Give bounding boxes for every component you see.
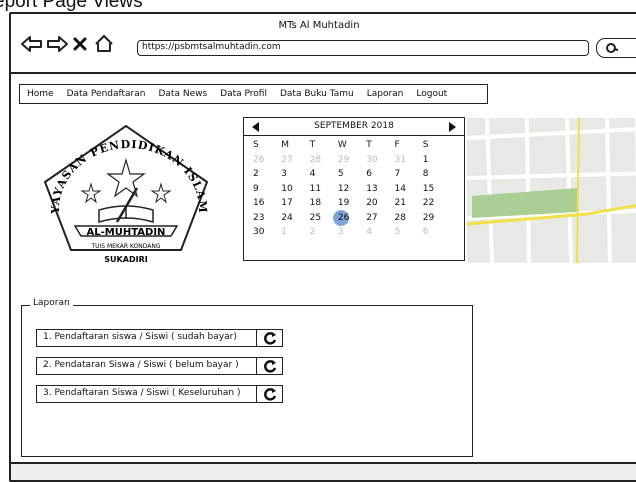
prev-month-icon[interactable] — [252, 122, 259, 132]
calendar-day[interactable]: 30 — [363, 153, 391, 168]
report-label: 3. Pendaftaran Siswa / Siswi ( Keseluruh… — [36, 385, 257, 403]
calendar-day[interactable]: 3 — [278, 167, 306, 182]
calendar-day[interactable]: 16 — [250, 196, 278, 211]
arrow-left-icon[interactable] — [21, 35, 43, 53]
search-icon — [606, 43, 619, 53]
calendar-day[interactable]: 7 — [391, 167, 419, 182]
browser-window: MTs Al Muhtadin https://psbmtsalmuhtadin… — [9, 12, 636, 482]
next-month-icon[interactable] — [449, 122, 456, 132]
weekday-label: S — [422, 140, 429, 150]
print-report-button[interactable] — [257, 357, 283, 375]
calendar-day[interactable]: 10 — [278, 182, 306, 197]
calendar-day[interactable]: 24 — [278, 211, 306, 226]
calendar-day[interactable]: 1 — [420, 153, 448, 168]
refresh-icon — [263, 388, 276, 401]
report-label: 1. Pendaftaran siswa / Siswi ( sudah bay… — [36, 329, 257, 347]
calendar-day[interactable]: 9 — [250, 182, 278, 197]
calendar-day[interactable]: 14 — [391, 182, 419, 197]
calendar-day[interactable]: 6 — [363, 167, 391, 182]
close-icon[interactable] — [73, 37, 87, 51]
calendar-day[interactable]: 11 — [307, 182, 335, 197]
calendar-day[interactable]: 20 — [363, 196, 391, 211]
menu-item-data-profil[interactable]: Data Profil — [213, 89, 273, 99]
weekday-label: T — [366, 140, 372, 150]
calendar-widget: SEPTEMBER 2018 S M T W T F S 26 27 28 29 30 31 1 2 3 4 5 6… — [243, 117, 465, 261]
location-map[interactable] — [467, 118, 636, 263]
report-row: 3. Pendaftaran Siswa / Siswi ( Keseluruh… — [36, 385, 283, 403]
calendar-day[interactable]: 4 — [307, 167, 335, 182]
browser-toolbar: MTs Al Muhtadin https://psbmtsalmuhtadin… — [11, 14, 636, 74]
calendar-day[interactable]: 12 — [335, 182, 363, 197]
menu-item-laporan[interactable]: Laporan — [360, 89, 410, 99]
school-logo: YAYASAN PENDIDIKAN ISLAM AL-MUHTADIN TUI… — [44, 125, 208, 264]
calendar-day[interactable]: 30 — [250, 225, 278, 240]
calendar-day[interactable]: 5 — [391, 225, 419, 240]
logo-line-1: TUIS MEKAR KONDANG — [90, 243, 160, 250]
report-label: 2. Pendataran Siswa / Siswi ( belum baya… — [36, 357, 257, 375]
calendar-day[interactable]: 31 — [391, 153, 419, 168]
calendar-day[interactable]: 27 — [278, 153, 306, 168]
calendar-day[interactable]: 19 — [335, 196, 363, 211]
refresh-icon — [263, 360, 276, 373]
weekday-label: W — [337, 140, 347, 150]
calendar-day[interactable]: 4 — [363, 225, 391, 240]
report-row: 1. Pendaftaran siswa / Siswi ( sudah bay… — [36, 329, 283, 347]
arrow-right-icon[interactable] — [46, 35, 68, 53]
calendar-day[interactable]: 18 — [307, 196, 335, 211]
home-icon[interactable] — [94, 35, 114, 53]
print-report-button[interactable] — [257, 385, 283, 403]
status-bar — [11, 462, 636, 480]
calendar-day[interactable]: 29 — [335, 153, 363, 168]
calendar-day[interactable]: 1 — [278, 225, 306, 240]
calendar-day[interactable]: 27 — [363, 211, 391, 226]
calendar-day[interactable]: 2 — [307, 225, 335, 240]
weekday-label: M — [281, 140, 290, 150]
laporan-panel: Laporan 1. Pendaftaran siswa / Siswi ( s… — [21, 298, 473, 457]
calendar-day[interactable]: 29 — [420, 211, 448, 226]
calendar-day[interactable]: 8 — [420, 167, 448, 182]
weekday-label: T — [309, 140, 316, 150]
print-report-button[interactable] — [257, 329, 283, 347]
report-row: 2. Pendataran Siswa / Siswi ( belum baya… — [36, 357, 283, 375]
logo-banner-text: AL-MUHTADIN — [87, 227, 166, 238]
menu-item-data-pendaftaran[interactable]: Data Pendaftaran — [60, 89, 152, 99]
calendar-day[interactable]: 21 — [391, 196, 419, 211]
calendar-day[interactable]: 6 — [420, 225, 448, 240]
menu-item-data-buku-tamu[interactable]: Data Buku Tamu — [273, 89, 360, 99]
calendar-day-selected[interactable]: 26 — [332, 209, 363, 225]
calendar-month: SEPTEMBER 2018 — [314, 121, 394, 131]
calendar-day[interactable]: 5 — [335, 167, 363, 182]
calendar-day[interactable]: 28 — [391, 211, 419, 226]
address-bar[interactable]: https://psbmtsalmuhtadin.com — [137, 40, 589, 56]
menu-item-data-news[interactable]: Data News — [151, 89, 213, 99]
main-menu: Home Data Pendaftaran Data News Data Pro… — [19, 84, 488, 104]
menu-item-home[interactable]: Home — [20, 89, 60, 99]
calendar-day[interactable]: 15 — [420, 182, 448, 197]
laporan-legend: Laporan — [30, 298, 73, 308]
search-input[interactable] — [596, 38, 636, 58]
calendar-header: SEPTEMBER 2018 — [244, 118, 464, 136]
calendar-day[interactable]: 25 — [307, 211, 335, 226]
calendar-day[interactable]: 17 — [278, 196, 306, 211]
logo-line-2: SUKADIRI — [104, 255, 147, 264]
refresh-icon — [263, 332, 276, 345]
calendar-day[interactable]: 26 — [250, 153, 278, 168]
calendar-day[interactable]: 13 — [363, 182, 391, 197]
weekday-label: S — [253, 140, 259, 150]
calendar-day[interactable]: 2 — [250, 167, 278, 182]
menu-item-logout[interactable]: Logout — [409, 89, 453, 99]
calendar-day[interactable]: 28 — [307, 153, 335, 168]
calendar-day[interactable]: 3 — [335, 225, 363, 240]
calendar-day[interactable]: 23 — [250, 211, 278, 226]
calendar-grid: S M T W T F S 26 27 28 29 30 31 1 2 3 4 5 6 7 8 9 10 11 12 13 14 15… — [250, 138, 448, 240]
window-title: MTs Al Muhtadin — [278, 20, 360, 31]
calendar-day-label: 26 — [337, 212, 350, 223]
calendar-day[interactable]: 22 — [420, 196, 448, 211]
weekday-label: F — [394, 140, 400, 150]
